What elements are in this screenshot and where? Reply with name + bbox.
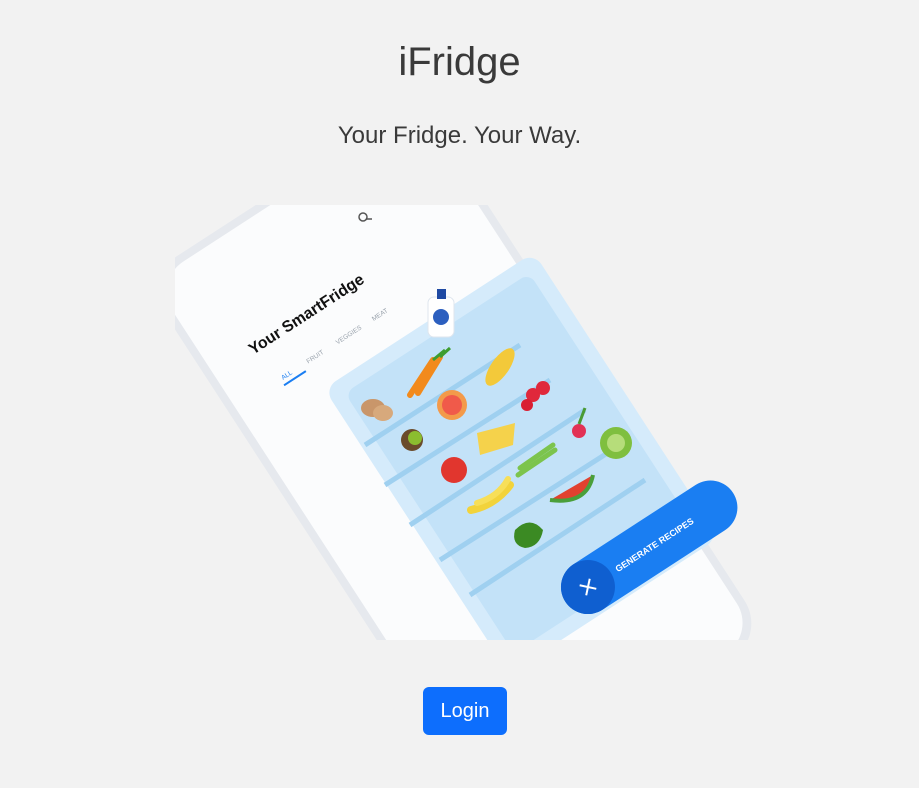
page-tagline: Your Fridge. Your Way. bbox=[337, 122, 582, 149]
page-title: iFridge bbox=[398, 40, 521, 84]
hero-phone-illustration: Your SmartFridge ALL FRUIT VEGGIES MEAT … bbox=[175, 205, 755, 640]
login-button[interactable]: Login bbox=[423, 687, 507, 735]
